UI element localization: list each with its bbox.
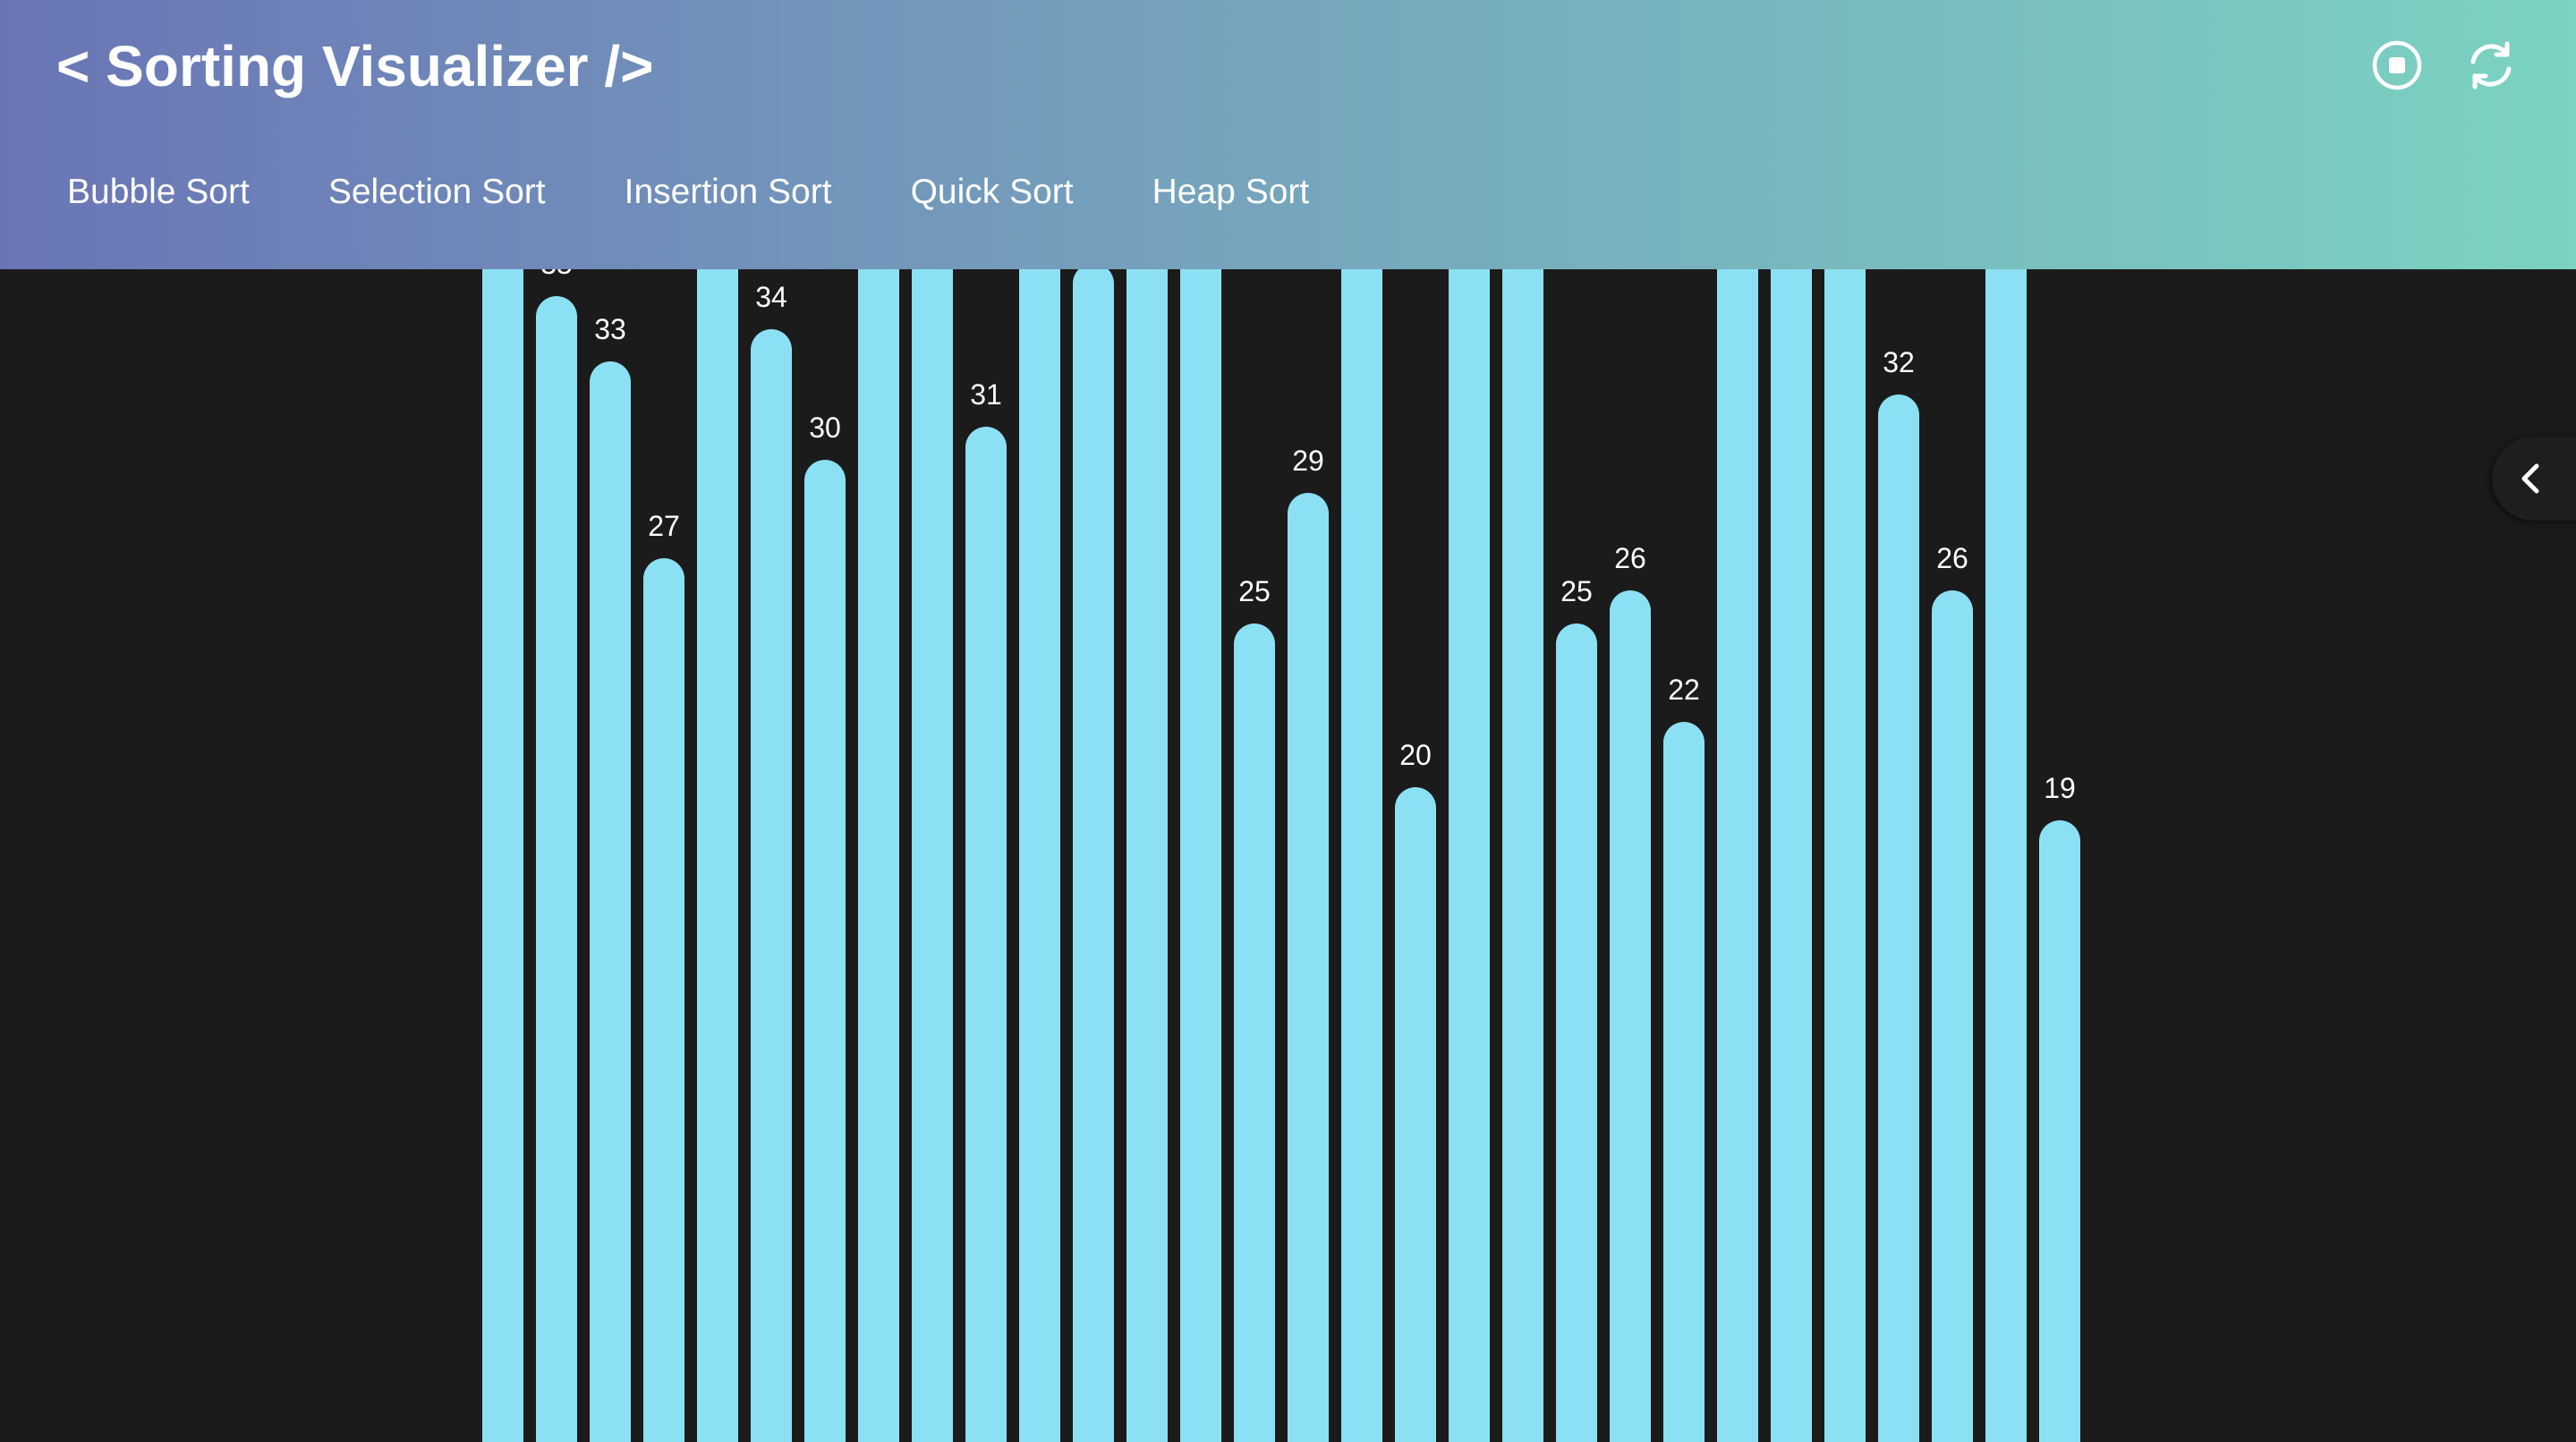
visualizer-stage: 4935332744343049453150364641252949205050…	[0, 269, 2576, 1442]
bar	[1932, 590, 1973, 1442]
bar-chart: 4935332744343049453150364641252949205050…	[0, 269, 2576, 1442]
bar	[2039, 820, 2080, 1442]
bar-value-label: 33	[594, 313, 626, 345]
bar-value-label: 26	[1936, 542, 1968, 574]
bar	[1180, 269, 1221, 1442]
bar-value-label: 27	[648, 510, 680, 542]
bar	[1556, 623, 1597, 1442]
algorithm-nav: Bubble Sort Selection Sort Insertion Sor…	[67, 161, 1388, 224]
app-title: < Sorting Visualizer />	[56, 34, 654, 98]
bar	[1878, 394, 1919, 1442]
bar	[1824, 269, 1866, 1442]
bar-value-label: 30	[809, 411, 841, 444]
bar-value-label: 22	[1668, 674, 1700, 706]
bar	[912, 269, 953, 1442]
bar	[1234, 623, 1275, 1442]
nav-bubble-sort[interactable]: Bubble Sort	[67, 161, 250, 224]
bar	[751, 329, 792, 1442]
bar	[643, 558, 684, 1442]
bar-value-label: 31	[970, 378, 1002, 411]
bar	[536, 296, 577, 1442]
bar-value-label: 32	[1883, 346, 1915, 378]
bar	[482, 269, 523, 1442]
nav-quick-sort[interactable]: Quick Sort	[911, 161, 1074, 224]
app-header: < Sorting Visualizer /> Bubble Sort Sele…	[0, 0, 2576, 269]
bar	[1771, 269, 1812, 1442]
bar	[965, 427, 1007, 1442]
bar	[1502, 269, 1543, 1442]
bar-value-label: 26	[1614, 542, 1646, 574]
nav-heap-sort[interactable]: Heap Sort	[1152, 161, 1310, 224]
bar-value-label: 34	[755, 281, 787, 313]
bar	[1717, 269, 1758, 1442]
bar	[858, 269, 899, 1442]
bar	[1985, 269, 2027, 1442]
reset-button[interactable]	[2463, 38, 2519, 93]
bar	[1449, 269, 1490, 1442]
bar	[1395, 787, 1436, 1442]
bar	[697, 269, 738, 1442]
stop-circle-icon	[2372, 40, 2422, 90]
bar	[1126, 269, 1168, 1442]
bar	[1019, 269, 1060, 1442]
bar	[1073, 269, 1114, 1442]
chevron-left-icon	[2521, 463, 2539, 494]
bar	[1610, 590, 1651, 1442]
bar	[590, 361, 631, 1442]
bar-value-label: 19	[2044, 772, 2076, 804]
bar	[804, 460, 846, 1442]
bar-value-label: 29	[1292, 445, 1324, 477]
nav-selection-sort[interactable]: Selection Sort	[328, 161, 546, 224]
nav-insertion-sort[interactable]: Insertion Sort	[625, 161, 832, 224]
bar-value-label: 35	[521, 269, 592, 280]
bar	[1663, 722, 1705, 1442]
bar-value-label: 25	[1238, 575, 1271, 607]
refresh-icon	[2470, 41, 2512, 89]
bar	[1341, 269, 1382, 1442]
stop-button[interactable]	[2369, 38, 2425, 93]
bar-value-label: 25	[1560, 575, 1593, 607]
bar	[1288, 493, 1329, 1442]
bar-value-label: 20	[1399, 739, 1432, 771]
side-panel-toggle[interactable]	[2492, 437, 2576, 521]
